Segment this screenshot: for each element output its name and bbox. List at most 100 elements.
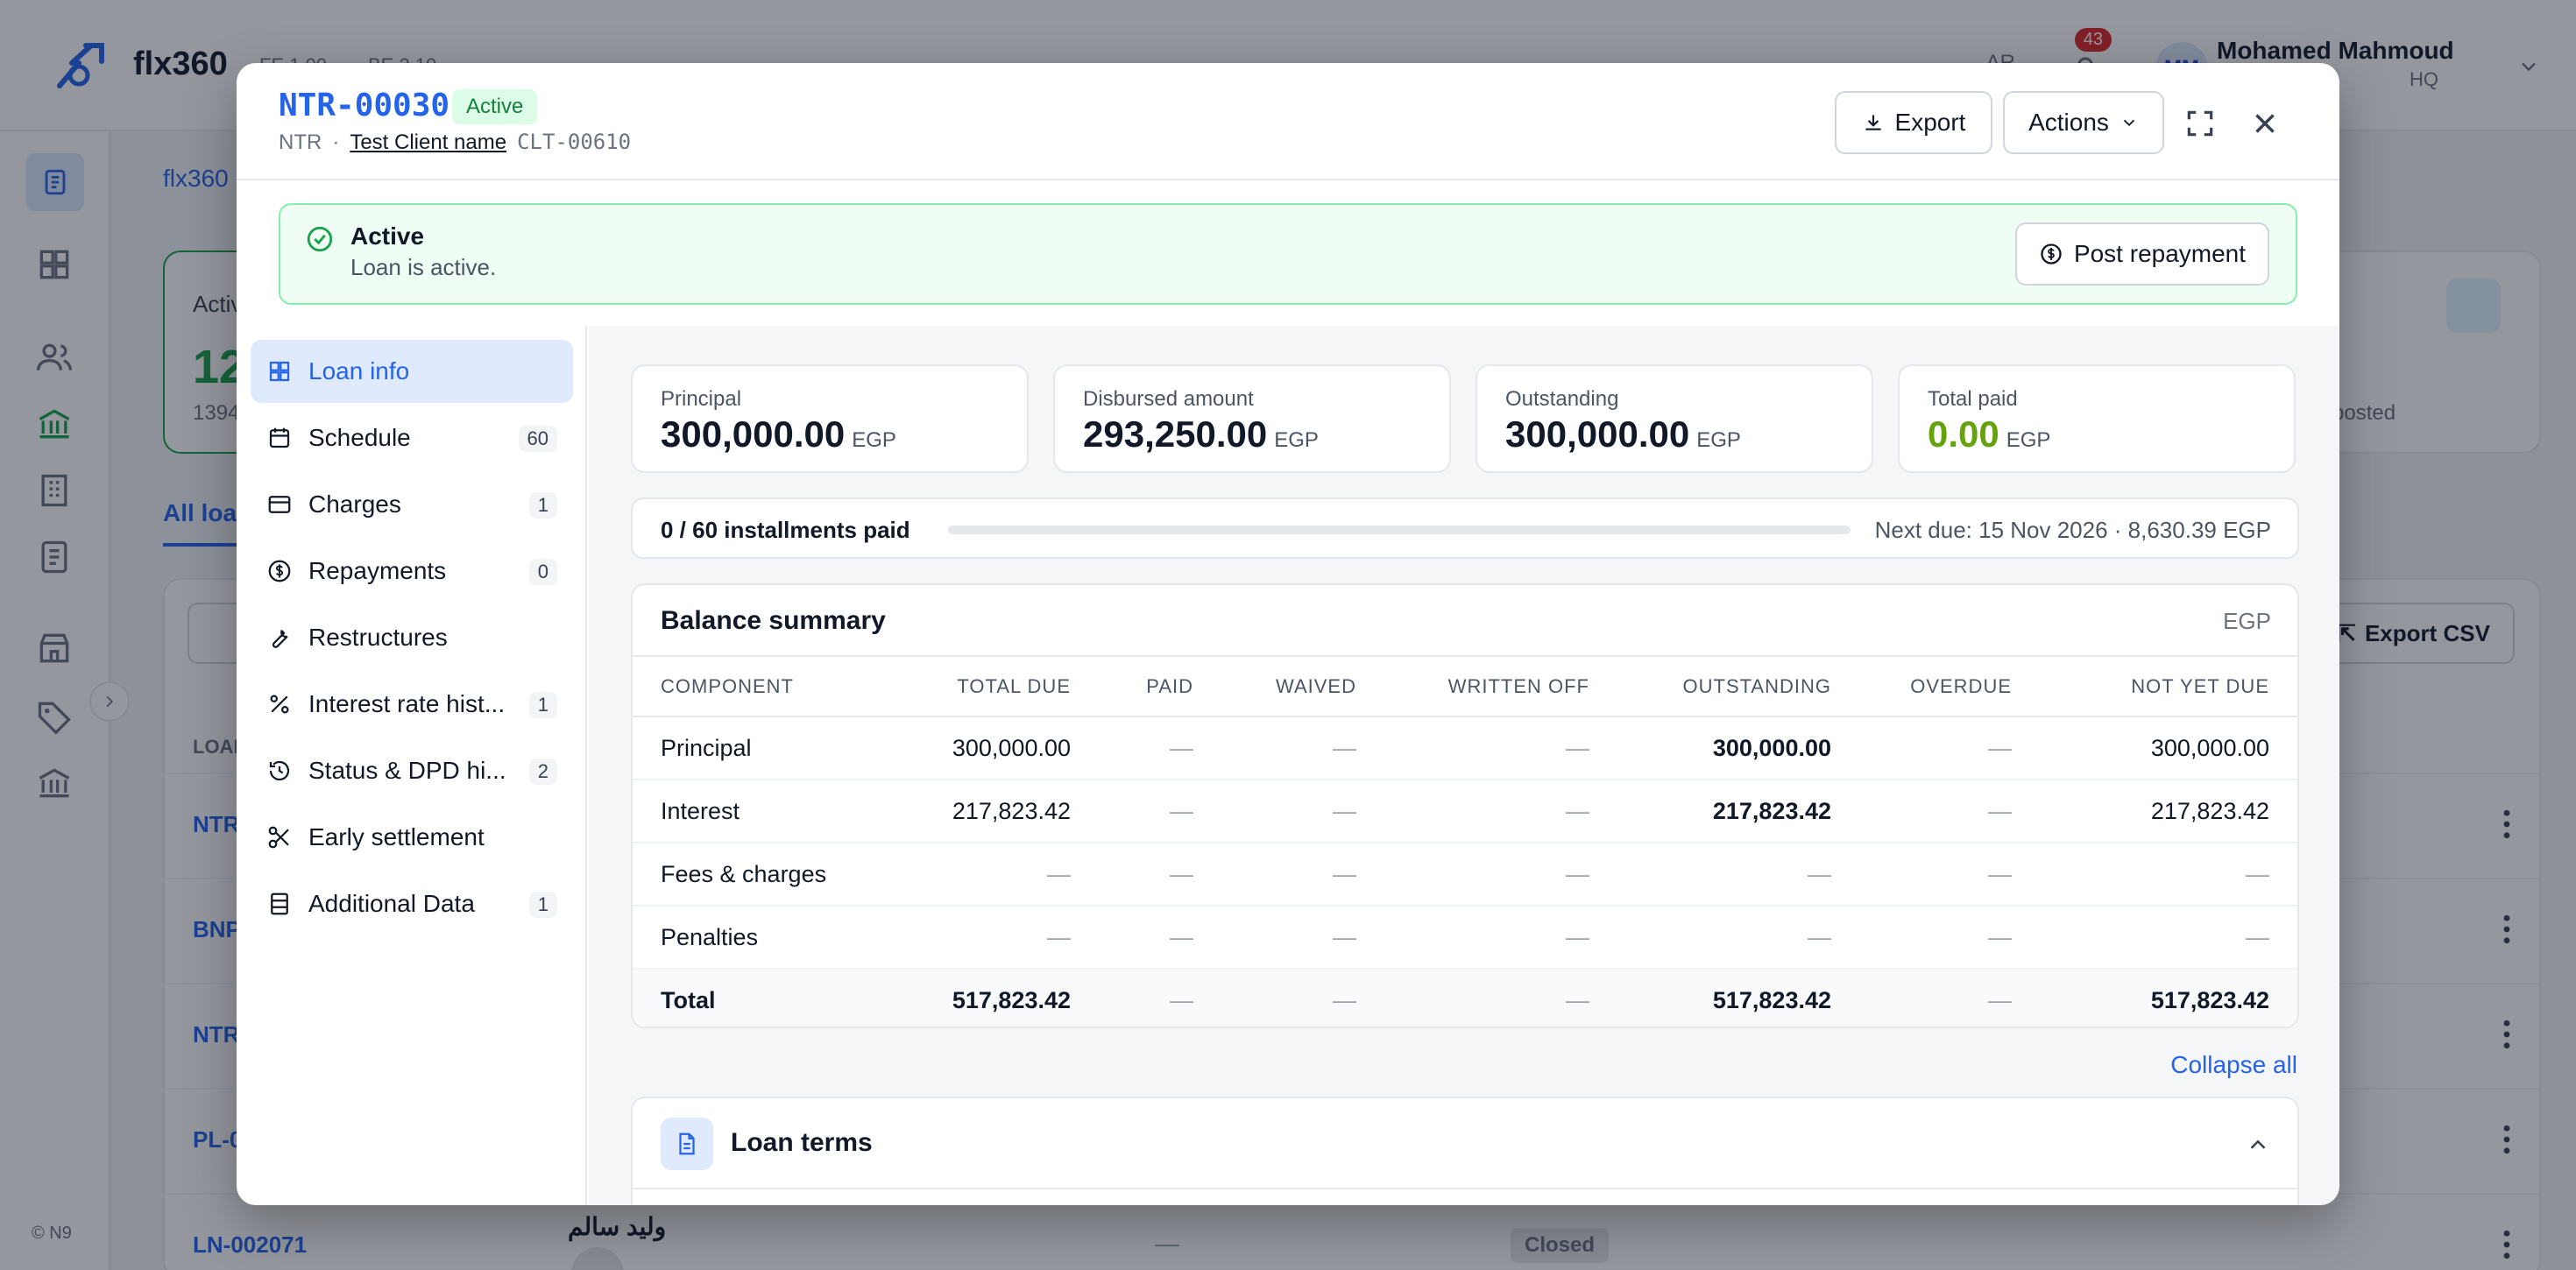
table-cell: —: [1831, 843, 2012, 907]
loan-terms-section[interactable]: Loan terms: [631, 1097, 2299, 1205]
nav-label: Loan info: [308, 357, 410, 385]
separator: ·: [332, 131, 340, 154]
nav-charges[interactable]: Charges 1: [251, 473, 573, 536]
table-cell: —: [1831, 780, 2012, 843]
table-cell: —: [1071, 969, 1193, 1027]
nav-status-dpd-history[interactable]: Status & DPD hi... 2: [251, 739, 573, 802]
installments-paid-text: 0 / 60 installments paid: [661, 517, 910, 543]
kpi-value: 0.00: [1928, 413, 1999, 455]
installments-progress: 0 / 60 installments paid Next due: 15 No…: [631, 497, 2299, 559]
client-name-link[interactable]: Test Client name: [350, 131, 506, 155]
nav-label: Charges: [308, 490, 401, 518]
export-label: Export: [1894, 109, 1966, 136]
nav-label: Schedule: [308, 424, 411, 451]
column-header: WAIVED: [1193, 657, 1356, 717]
check-circle-icon: [307, 226, 333, 252]
loan-id-title: NTR-00030: [279, 88, 450, 123]
kpi-unit: EGP: [852, 428, 896, 452]
table-cell: —: [860, 843, 1071, 907]
table-cell: Principal: [633, 716, 860, 780]
status-alert: Active Loan is active. Post repayment: [279, 203, 2297, 305]
nav-label: Restructures: [308, 624, 448, 651]
kpi-unit: EGP: [1274, 428, 1319, 452]
kpi-unit: EGP: [1696, 428, 1741, 452]
grid-icon: [269, 361, 290, 382]
table-cell: —: [2012, 906, 2297, 970]
actions-label: Actions: [2028, 109, 2109, 136]
table-cell: —: [1589, 906, 1831, 970]
export-button[interactable]: Export: [1835, 91, 1992, 154]
table-cell: —: [1193, 843, 1356, 907]
nav-loan-info[interactable]: Loan info: [251, 340, 573, 403]
table-cell: —: [1356, 716, 1589, 780]
table-cell: —: [2012, 843, 2297, 907]
nav-label: Status & DPD hi...: [308, 757, 506, 784]
nav-count: 0: [528, 559, 557, 585]
nav-early-settlement[interactable]: Early settlement: [251, 806, 573, 869]
credit-card-icon: [268, 496, 291, 513]
loan-info-panel: Principal 300,000.00 EGP Disbursed amount…: [589, 326, 2339, 1205]
close-icon[interactable]: [2248, 107, 2282, 140]
kpi-value: 293,250.00: [1083, 413, 1268, 455]
column-header: PAID: [1071, 657, 1193, 717]
product-code: NTR: [279, 131, 322, 154]
table-cell: 217,823.42: [1589, 780, 1831, 843]
nav-label: Interest rate hist...: [308, 690, 506, 717]
percent-icon: [270, 695, 289, 714]
nav-additional-data[interactable]: Additional Data 1: [251, 872, 573, 935]
table-cell: —: [1356, 969, 1589, 1027]
table-cell: —: [1831, 716, 2012, 780]
table-row: Fees & charges — — — — — — —: [633, 843, 2297, 907]
collapse-all-link[interactable]: Collapse all: [2170, 1051, 2297, 1079]
nav-label: Additional Data: [308, 890, 475, 917]
table-cell: 300,000.00: [860, 716, 1071, 780]
nav-repayments[interactable]: Repayments 0: [251, 540, 573, 603]
kpi-outstanding: Outstanding 300,000.00 EGP: [1476, 364, 1873, 473]
column-header: OUTSTANDING: [1589, 657, 1831, 717]
table-row: Interest 217,823.42— — —217,823.42—217,823.…: [633, 780, 2297, 843]
dollar-circle-icon: [2041, 243, 2062, 265]
table-cell: 300,000.00: [2012, 716, 2297, 780]
table-cell: —: [1356, 843, 1589, 907]
kpi-principal: Principal 300,000.00 EGP: [631, 364, 1029, 473]
column-header: OVERDUE: [1831, 657, 2012, 717]
post-repayment-button[interactable]: Post repayment: [2015, 222, 2269, 286]
kpi-label: Outstanding: [1505, 387, 1619, 411]
nav-interest-rate-history[interactable]: Interest rate hist... 1: [251, 673, 573, 736]
chevron-up-icon[interactable]: [2245, 1132, 2271, 1158]
table-cell: 217,823.42: [860, 780, 1071, 843]
table-cell: —: [1356, 780, 1589, 843]
actions-dropdown-button[interactable]: Actions: [2003, 91, 2164, 154]
table-cell: —: [1831, 969, 2012, 1027]
table-row: Total 517,823.42— — —517,823.42—517,823.42: [633, 969, 2297, 1027]
kpi-label: Total paid: [1928, 387, 2018, 411]
loan-subtitle: NTR · Test Client name CLT-00610: [279, 130, 631, 155]
kpi-total-paid: Total paid 0.00 EGP: [1898, 364, 2296, 473]
balance-summary-title: Balance summary: [661, 606, 886, 635]
currency-label: EGP: [2223, 608, 2271, 634]
modal-header: NTR-00030 Active NTR · Test Client name …: [237, 63, 2339, 180]
table-cell: —: [860, 906, 1071, 970]
fullscreen-icon[interactable]: [2183, 107, 2217, 140]
alert-title: Active: [350, 222, 425, 250]
download-icon: [1865, 115, 1881, 131]
nav-schedule[interactable]: Schedule 60: [251, 406, 573, 469]
table-cell: —: [1193, 969, 1356, 1027]
kpi-label: Disbursed amount: [1083, 387, 1254, 411]
table-cell: Total: [633, 969, 860, 1027]
table-cell: —: [1193, 716, 1356, 780]
database-icon: [271, 893, 288, 915]
table-cell: —: [1071, 843, 1193, 907]
table-cell: 517,823.42: [1589, 969, 1831, 1027]
status-badge: Active: [452, 89, 538, 124]
wrench-icon: [272, 629, 288, 648]
divider: [633, 1188, 2297, 1189]
nav-restructures[interactable]: Restructures: [251, 606, 573, 669]
loan-terms-title: Loan terms: [731, 1128, 873, 1157]
kpi-value: 300,000.00: [1505, 413, 1690, 455]
kpi-unit: EGP: [2006, 428, 2051, 452]
chevron-down-icon: [2123, 119, 2135, 127]
next-due-text: Next due: 15 Nov 2026 · 8,630.39 EGP: [1874, 517, 2271, 543]
nav-label: Repayments: [308, 557, 447, 584]
file-text-icon: [661, 1118, 713, 1170]
